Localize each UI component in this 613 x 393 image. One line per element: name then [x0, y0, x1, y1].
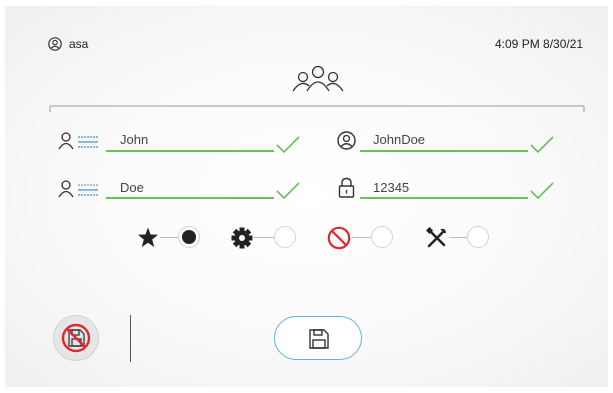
action-divider: [130, 315, 131, 362]
username-underline: [360, 150, 528, 152]
role-radio-no-entry[interactable]: [371, 226, 393, 248]
password-input[interactable]: 12345: [373, 180, 409, 195]
no-save-icon: [61, 323, 91, 353]
username-input[interactable]: JohnDoe: [373, 132, 425, 147]
role-connector: [160, 237, 178, 238]
check-icon: [276, 136, 300, 154]
save-disk-icon: [309, 329, 329, 349]
role-radio-tools[interactable]: [467, 226, 489, 248]
person-name-icon: [58, 180, 98, 198]
role-connector: [254, 237, 274, 238]
header-separator: [49, 105, 585, 112]
tools-icon: [426, 227, 446, 248]
lock-icon: [338, 177, 355, 198]
role-radio-star[interactable]: [178, 226, 200, 248]
check-icon: [530, 136, 554, 154]
star-icon: [138, 227, 158, 247]
selected-dot: [182, 230, 196, 244]
last-name-input[interactable]: Doe: [120, 180, 144, 195]
discard-button[interactable]: [53, 315, 99, 361]
check-icon: [276, 182, 300, 200]
password-underline: [360, 197, 528, 199]
gear-icon: [231, 227, 253, 249]
first-name-input[interactable]: John: [120, 132, 148, 147]
clock-datetime: 4:09 PM 8/30/21: [495, 37, 584, 51]
last-name-underline: [106, 197, 274, 199]
role-connector: [352, 237, 371, 238]
check-icon: [530, 182, 554, 200]
role-connector: [449, 237, 467, 238]
person-name-icon: [58, 132, 98, 150]
save-button[interactable]: [274, 316, 362, 360]
current-user-name: asa: [69, 37, 89, 51]
no-entry-icon: [327, 226, 351, 250]
role-radio-gear[interactable]: [274, 226, 296, 248]
user-circle-icon: [337, 131, 356, 150]
first-name-underline: [106, 150, 274, 152]
user-circle-icon: [48, 37, 62, 51]
users-group-icon: [292, 65, 344, 92]
